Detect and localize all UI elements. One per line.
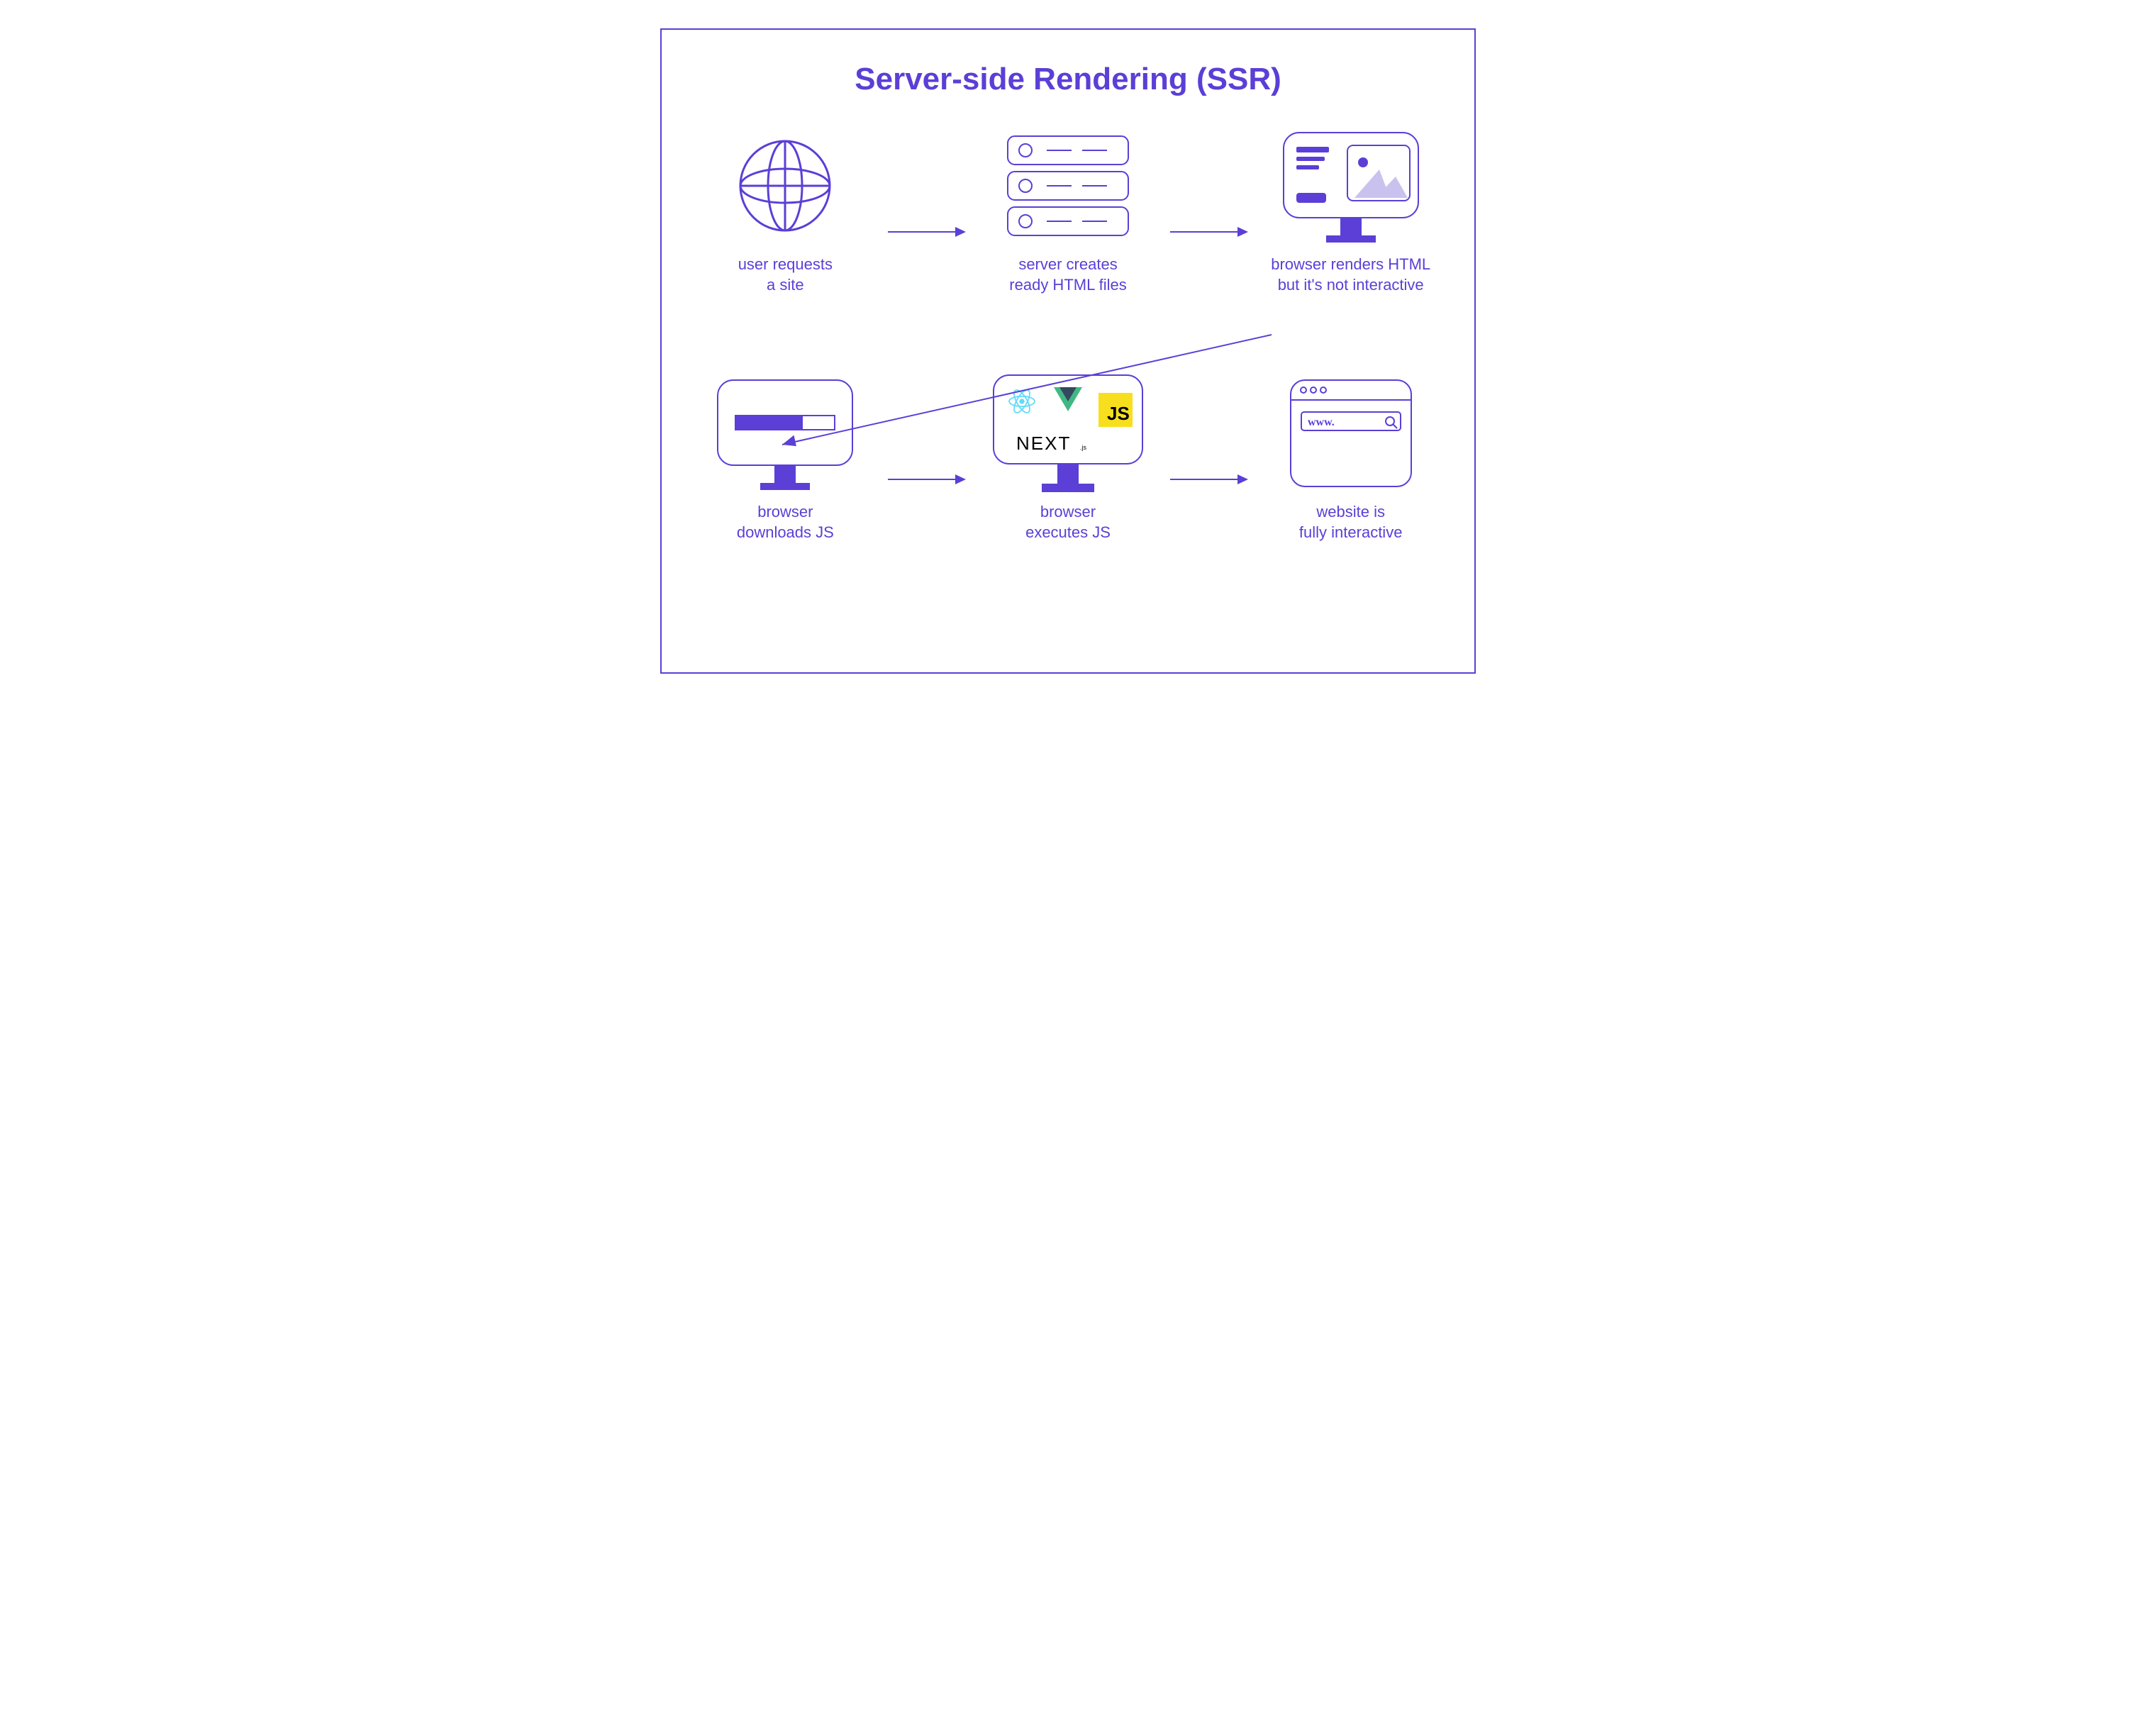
next-logo-icon: NEXT .js <box>1016 433 1087 454</box>
monitor-progress-icon <box>711 373 860 494</box>
caption-server-creates: server creates ready HTML files <box>1009 255 1126 295</box>
caption-user-request: user requests a site <box>738 255 833 295</box>
diagram-rows: user requests a site <box>690 126 1446 542</box>
arrow-right-icon <box>1170 469 1248 490</box>
svg-text:www.: www. <box>1308 416 1335 428</box>
vue-logo-icon <box>1054 387 1082 411</box>
react-logo-icon <box>1009 387 1035 414</box>
step-user-request: user requests a site <box>690 126 881 295</box>
caption-fully-interactive: website is fully interactive <box>1299 502 1403 542</box>
monitor-page-icon <box>1276 126 1425 246</box>
row-1: user requests a site <box>690 126 1446 295</box>
step-browser-downloads: browser downloads JS <box>690 373 881 542</box>
svg-text:JS: JS <box>1107 403 1130 424</box>
diagram-title: Server-side Rendering (SSR) <box>690 62 1446 97</box>
caption-browser-downloads: browser downloads JS <box>737 502 834 542</box>
browser-window-icon: www. <box>1284 373 1418 494</box>
caption-browser-executes: browser executes JS <box>1025 502 1111 542</box>
svg-text:NEXT: NEXT <box>1016 433 1071 454</box>
arrow-right-icon <box>1170 221 1248 243</box>
server-icon <box>1001 126 1135 246</box>
js-logo-icon: JS <box>1098 393 1133 427</box>
diagram-frame: Server-side Rendering (SSR) user request… <box>660 28 1476 674</box>
step-browser-renders: browser renders HTML but it's not intera… <box>1255 126 1446 295</box>
svg-text:.js: .js <box>1080 444 1087 451</box>
step-server-creates: server creates ready HTML files <box>973 126 1164 295</box>
arrow-right-icon <box>888 469 966 490</box>
step-browser-executes: JS NEXT .js browser executes JS <box>973 373 1164 542</box>
globe-icon <box>732 126 838 246</box>
arrow-right-icon <box>888 221 966 243</box>
monitor-frameworks-icon: JS NEXT .js <box>986 373 1150 494</box>
step-fully-interactive: www. website is fully interactive <box>1255 373 1446 542</box>
caption-browser-renders: browser renders HTML but it's not intera… <box>1271 255 1430 295</box>
row-2: browser downloads JS <box>690 373 1446 542</box>
